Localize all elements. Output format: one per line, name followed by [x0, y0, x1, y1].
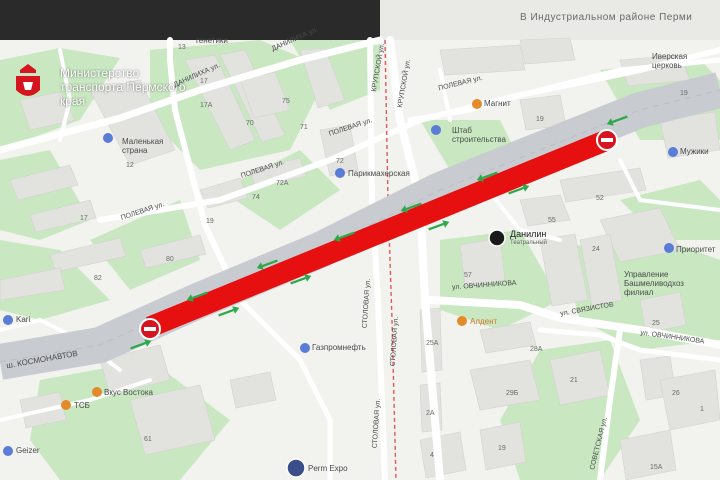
house-number: 21	[570, 377, 578, 384]
house-number: 19	[498, 445, 506, 452]
poi-iverskaya: Иверская церковь	[652, 52, 688, 70]
danilin-avatar[interactable]	[488, 229, 506, 247]
house-number: 57	[464, 272, 472, 279]
poi-kari: Kari	[16, 315, 31, 324]
poi-muzhik: Мужики	[680, 147, 709, 156]
ministry-header: Министерство транспорта Пермского края	[12, 56, 186, 146]
house-number: 61	[144, 436, 152, 443]
ministry-title: Министерство транспорта Пермского края	[60, 66, 186, 108]
house-number: 70	[246, 120, 254, 127]
house-number: 74	[252, 194, 260, 201]
location-pin-icon[interactable]	[668, 147, 678, 157]
house-number: 19	[680, 90, 688, 97]
location-pin-icon[interactable]	[3, 315, 13, 325]
location-pin-icon[interactable]	[3, 446, 13, 456]
poi-perm-expo: Perm Expo	[308, 464, 348, 473]
house-number: 17	[200, 78, 208, 85]
location-pin-icon[interactable]	[457, 316, 467, 326]
house-number: 80	[166, 256, 174, 263]
poi-prioritet: Приоритет	[676, 245, 716, 254]
location-pin-icon[interactable]	[92, 387, 102, 397]
poi-parikmakherskaya: Парикмахерская	[348, 169, 410, 178]
house-number: 2А	[426, 410, 435, 417]
poi-tsb: ТСБ	[74, 401, 90, 410]
house-number: 1	[700, 406, 704, 413]
poi-aldent: Алдент	[470, 317, 498, 326]
house-number: 55	[548, 217, 556, 224]
house-number: 25А	[426, 340, 439, 347]
location-pin-icon[interactable]	[664, 243, 674, 253]
poi-upravlenie: Управление Башмеливодхоз филиал	[624, 270, 684, 297]
house-number: 82	[94, 275, 102, 282]
house-number: 25	[652, 320, 660, 327]
house-number: 24	[592, 246, 600, 253]
location-pin-icon[interactable]	[61, 400, 71, 410]
poi-geizer: Geizer	[16, 446, 40, 455]
house-number: 15А	[650, 464, 663, 471]
poi-malenkaya-strana: Маленькая страна	[122, 137, 164, 155]
poi-danilin: Данилин	[510, 229, 547, 239]
poi-danilin-sub: Театральный	[510, 240, 547, 246]
poi-gazpromneft: Газпромнефть	[312, 343, 366, 352]
poi-vkus-vostoka: Вкус Востока	[104, 388, 153, 397]
location-pin-icon[interactable]	[431, 125, 441, 135]
house-number: 17	[80, 215, 88, 222]
map-screenshot: Министерство транспорта Пермского края В…	[0, 0, 720, 480]
house-number: 4	[430, 452, 434, 459]
house-number: 28A	[530, 346, 543, 353]
no-entry-icon[interactable]	[139, 318, 161, 340]
perm-expo-pin[interactable]	[286, 458, 306, 478]
house-number: 75	[282, 98, 290, 105]
location-pin-icon[interactable]	[335, 168, 345, 178]
house-number: 19	[206, 218, 214, 225]
house-number: 72A	[276, 180, 289, 187]
house-number: 17A	[200, 102, 213, 109]
house-number: 26	[672, 390, 680, 397]
top-text: В Индустриальном районе Перми	[520, 12, 693, 23]
house-number: 71	[300, 124, 308, 131]
location-pin-icon[interactable]	[300, 343, 310, 353]
house-number: 13	[178, 44, 186, 51]
house-number: 52	[596, 195, 604, 202]
poi-genetika: генетики	[196, 36, 228, 45]
house-number: 12	[126, 162, 134, 169]
house-number: 29Б	[506, 390, 519, 397]
poi-magnit: Магнит	[484, 99, 511, 108]
location-pin-icon[interactable]	[472, 99, 482, 109]
poi-shtab: Штаб строительства	[452, 126, 506, 144]
house-number: 72	[336, 158, 344, 165]
house-number: 19	[536, 116, 544, 123]
no-entry-icon[interactable]	[596, 129, 618, 151]
